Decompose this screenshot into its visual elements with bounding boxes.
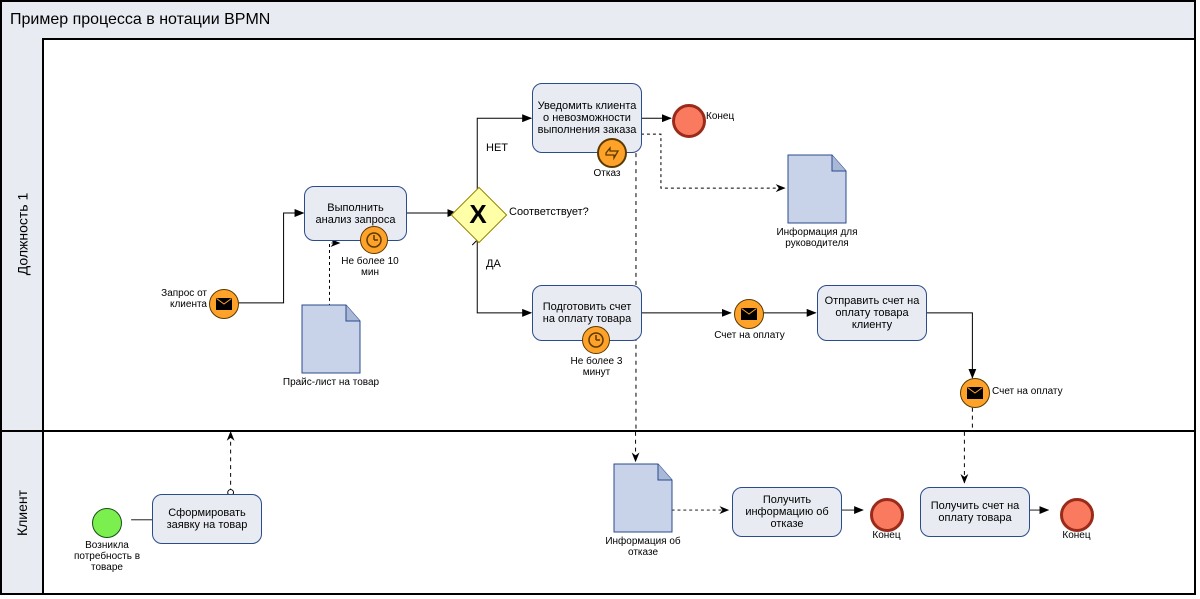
doc-pricelist: Прайс-лист на товар — [300, 303, 362, 375]
start-event-label: Возникла потребность в товаре — [62, 540, 152, 573]
message-event-request — [209, 289, 239, 319]
envelope-icon — [967, 387, 983, 399]
canvas-role1: Запрос от клиента Выполнить анализ запро… — [42, 38, 1194, 430]
gateway-yes: ДA — [486, 258, 501, 270]
message-event-request-label: Запрос от клиента — [127, 288, 207, 310]
canvas-client: Возникла потребность в товаре Сформирова… — [42, 432, 1194, 593]
message-event-invoice — [734, 299, 764, 329]
timer-event-1 — [360, 226, 388, 254]
lane-client: Клиент — [2, 430, 1194, 593]
end-event-2-label: Конец — [864, 530, 909, 541]
lane-header-client: Клиент — [2, 432, 44, 593]
cancel-icon — [604, 145, 620, 161]
end-event-2 — [870, 498, 904, 532]
task-analyze: Выполнить анализ запроса — [304, 186, 407, 241]
end-event-1-label: Конец — [706, 111, 756, 122]
message-event-invoice-2-label: Счет на оплату — [992, 386, 1082, 397]
diagram-frame: Пример процесса в нотации BPMN Должность… — [0, 0, 1196, 595]
task-send-invoice: Отправить счет на оплату товара клиенту — [817, 285, 927, 341]
end-event-1 — [672, 104, 706, 138]
timer-event-2 — [582, 326, 610, 354]
timer-event-2-label: Не более 3 минут — [564, 356, 629, 378]
cancel-event-label: Отказ — [582, 168, 632, 179]
end-event-3 — [1060, 498, 1094, 532]
envelope-icon — [741, 308, 757, 320]
gateway-no: НЕТ — [486, 142, 508, 154]
clock-icon — [588, 332, 604, 348]
task-receive-invoice: Получить счет на оплату товара — [920, 487, 1030, 537]
doc-refusal-info: Информация об отказе — [612, 462, 674, 534]
cancel-event — [597, 138, 627, 168]
timer-event-1-label: Не более 10 мин — [340, 256, 400, 278]
envelope-icon — [216, 298, 232, 310]
task-form-request: Сформировать заявку на товар — [152, 494, 262, 544]
end-event-3-label: Конец — [1054, 530, 1099, 541]
task-receive-refusal: Получить информацию об отказе — [732, 487, 842, 537]
gateway-label: Соответствует? — [509, 206, 589, 218]
doc-mgr-info: Информация для руководителя — [786, 153, 848, 225]
lane-header-role1: Должность 1 — [2, 38, 44, 430]
pool: Должность 1 — [2, 38, 1194, 593]
gateway-matches: X — [459, 195, 497, 233]
lane-role1: Должность 1 — [2, 38, 1194, 430]
message-event-invoice-2 — [960, 378, 990, 408]
task-notify-fail: Уведомить клиента о невозможности выполн… — [532, 83, 642, 153]
message-event-invoice-label: Счет на оплату — [707, 330, 792, 341]
clock-icon — [366, 232, 382, 248]
start-event — [92, 508, 122, 538]
diagram-title: Пример процесса в нотации BPMN — [2, 2, 1194, 40]
